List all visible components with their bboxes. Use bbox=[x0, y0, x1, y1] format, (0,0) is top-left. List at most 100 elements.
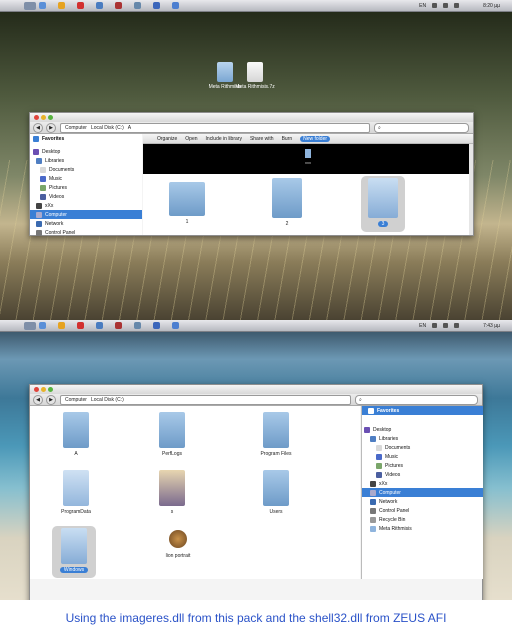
include-in-library-button[interactable]: Include in library bbox=[206, 136, 242, 142]
close-button[interactable] bbox=[34, 387, 39, 392]
sidebar-favorites[interactable]: Favorites bbox=[362, 406, 483, 415]
folder-item[interactable]: s bbox=[150, 470, 194, 515]
sidebar-item-libraries[interactable]: Libraries bbox=[30, 156, 142, 165]
app-icon[interactable] bbox=[96, 2, 103, 9]
back-button[interactable]: ◀ bbox=[33, 122, 43, 133]
firefox-icon[interactable] bbox=[58, 2, 65, 9]
start-button[interactable] bbox=[24, 321, 36, 330]
organize-button[interactable]: Organize bbox=[157, 136, 177, 142]
sidebar-item-desktop[interactable]: Desktop bbox=[362, 425, 483, 434]
network-icon[interactable] bbox=[443, 3, 449, 8]
breadcrumb-item[interactable]: A bbox=[128, 125, 131, 131]
volume-icon[interactable] bbox=[454, 323, 460, 328]
tray-icon[interactable] bbox=[432, 323, 438, 328]
breadcrumb-item[interactable]: Computer bbox=[65, 397, 87, 403]
sidebar-item-user[interactable]: xXx bbox=[362, 479, 483, 488]
breadcrumb[interactable]: Computer Local Disk (C:) A bbox=[60, 122, 370, 133]
language-indicator[interactable]: EN bbox=[419, 3, 426, 9]
sidebar-item-computer[interactable]: Computer bbox=[362, 488, 483, 497]
desktop-icon-archive[interactable]: Meta Rithmisis.7z bbox=[235, 62, 275, 90]
command-bar: Organize Open Include in library Share w… bbox=[143, 134, 473, 144]
sidebar-item-network[interactable]: Network bbox=[30, 219, 142, 228]
firefox-icon[interactable] bbox=[58, 322, 65, 329]
desktop-icon bbox=[33, 148, 39, 155]
folder-item[interactable]: Users bbox=[254, 470, 298, 515]
sidebar-item-pictures[interactable]: Pictures bbox=[362, 461, 483, 470]
search-input[interactable]: ⌕ bbox=[374, 122, 469, 133]
folder-item-selected[interactable]: 3 bbox=[361, 176, 405, 232]
sidebar-item-computer[interactable]: Computer bbox=[30, 210, 142, 219]
tray-icon[interactable] bbox=[432, 3, 438, 8]
desktop-icon bbox=[364, 426, 370, 433]
breadcrumb[interactable]: Computer Local Disk (C:) bbox=[60, 394, 351, 405]
sidebar-item-music[interactable]: Music bbox=[30, 174, 142, 183]
app-icon[interactable] bbox=[153, 322, 160, 329]
close-button[interactable] bbox=[34, 115, 39, 120]
sidebar-item-network[interactable]: Network bbox=[362, 497, 483, 506]
back-button[interactable]: ◀ bbox=[33, 394, 43, 405]
burn-button[interactable]: Burn bbox=[282, 136, 293, 142]
media-icon[interactable] bbox=[115, 2, 122, 9]
app-icon[interactable] bbox=[172, 2, 179, 9]
share-with-button[interactable]: Share with bbox=[250, 136, 274, 142]
media-icon[interactable] bbox=[115, 322, 122, 329]
sidebar-label: Documents bbox=[49, 166, 75, 173]
app-icon[interactable] bbox=[153, 2, 160, 9]
network-icon[interactable] bbox=[443, 323, 449, 328]
minimize-button[interactable] bbox=[41, 387, 46, 392]
volume-icon[interactable] bbox=[454, 3, 460, 8]
search-input[interactable]: ⌕ bbox=[355, 394, 478, 405]
app-icon[interactable] bbox=[172, 322, 179, 329]
folder-item[interactable]: 1 bbox=[165, 182, 209, 225]
folder-item[interactable]: ProgramData bbox=[54, 470, 98, 515]
opera-icon[interactable] bbox=[77, 322, 84, 329]
music-icon bbox=[376, 453, 382, 460]
file-item[interactable]: lion portrait bbox=[156, 530, 200, 559]
ie-icon[interactable] bbox=[39, 2, 46, 9]
maximize-button[interactable] bbox=[48, 115, 53, 120]
minimize-button[interactable] bbox=[41, 115, 46, 120]
folder-icon bbox=[217, 62, 233, 82]
sidebar-item-user[interactable]: xXx bbox=[30, 201, 142, 210]
app-icon[interactable] bbox=[134, 2, 141, 9]
library-icon bbox=[370, 435, 376, 442]
folder-item[interactable]: Program Files bbox=[254, 412, 298, 457]
sidebar-item-videos[interactable]: Videos bbox=[30, 192, 142, 201]
breadcrumb-item[interactable]: Local Disk (C:) bbox=[91, 397, 124, 403]
sidebar-favorites[interactable]: Favorites bbox=[30, 134, 142, 143]
sidebar-item-music[interactable]: Music bbox=[362, 452, 483, 461]
app-icon[interactable] bbox=[134, 322, 141, 329]
clock[interactable]: 8:20 µµ bbox=[483, 3, 500, 9]
folder-item-selected[interactable]: Windows bbox=[52, 526, 96, 578]
breadcrumb-item[interactable]: Local Disk (C:) bbox=[91, 125, 124, 131]
desktop-icon-label: Meta Rithmisis.7z bbox=[235, 84, 275, 90]
forward-button[interactable]: ▶ bbox=[46, 394, 56, 405]
scrollbar[interactable] bbox=[469, 144, 473, 235]
language-indicator[interactable]: EN bbox=[419, 323, 426, 329]
sidebar-item-control-panel[interactable]: Control Panel bbox=[30, 228, 142, 237]
sidebar-item-desktop[interactable]: Desktop bbox=[30, 147, 142, 156]
sidebar-item-libraries[interactable]: Libraries bbox=[362, 434, 483, 443]
breadcrumb-item[interactable]: Computer bbox=[65, 125, 87, 131]
sidebar-item-control-panel[interactable]: Control Panel bbox=[362, 506, 483, 515]
folder-item[interactable]: A bbox=[54, 412, 98, 457]
opera-icon[interactable] bbox=[77, 2, 84, 9]
forward-button[interactable]: ▶ bbox=[46, 122, 56, 133]
sidebar-item-documents[interactable]: Documents bbox=[362, 443, 483, 452]
sidebar-item-pictures[interactable]: Pictures bbox=[30, 183, 142, 192]
new-folder-button[interactable]: New folder bbox=[300, 135, 331, 142]
ie-icon[interactable] bbox=[39, 322, 46, 329]
open-button[interactable]: Open bbox=[185, 136, 197, 142]
sidebar-item-videos[interactable]: Videos bbox=[362, 470, 483, 479]
control-panel-icon bbox=[370, 507, 376, 514]
sidebar-label: Pictures bbox=[385, 462, 404, 469]
clock[interactable]: 7:43 µµ bbox=[483, 323, 500, 329]
sidebar-item-documents[interactable]: Documents bbox=[30, 165, 142, 174]
start-button[interactable] bbox=[24, 1, 36, 10]
app-icon[interactable] bbox=[96, 322, 103, 329]
sidebar-item-recycle-bin[interactable]: Recycle Bin bbox=[362, 515, 483, 524]
folder-item[interactable]: PerfLogs bbox=[150, 412, 194, 457]
maximize-button[interactable] bbox=[48, 387, 53, 392]
sidebar-item-meta-rithmisis[interactable]: Meta Rithmisis bbox=[362, 524, 483, 533]
folder-item[interactable]: 2 bbox=[265, 178, 309, 227]
